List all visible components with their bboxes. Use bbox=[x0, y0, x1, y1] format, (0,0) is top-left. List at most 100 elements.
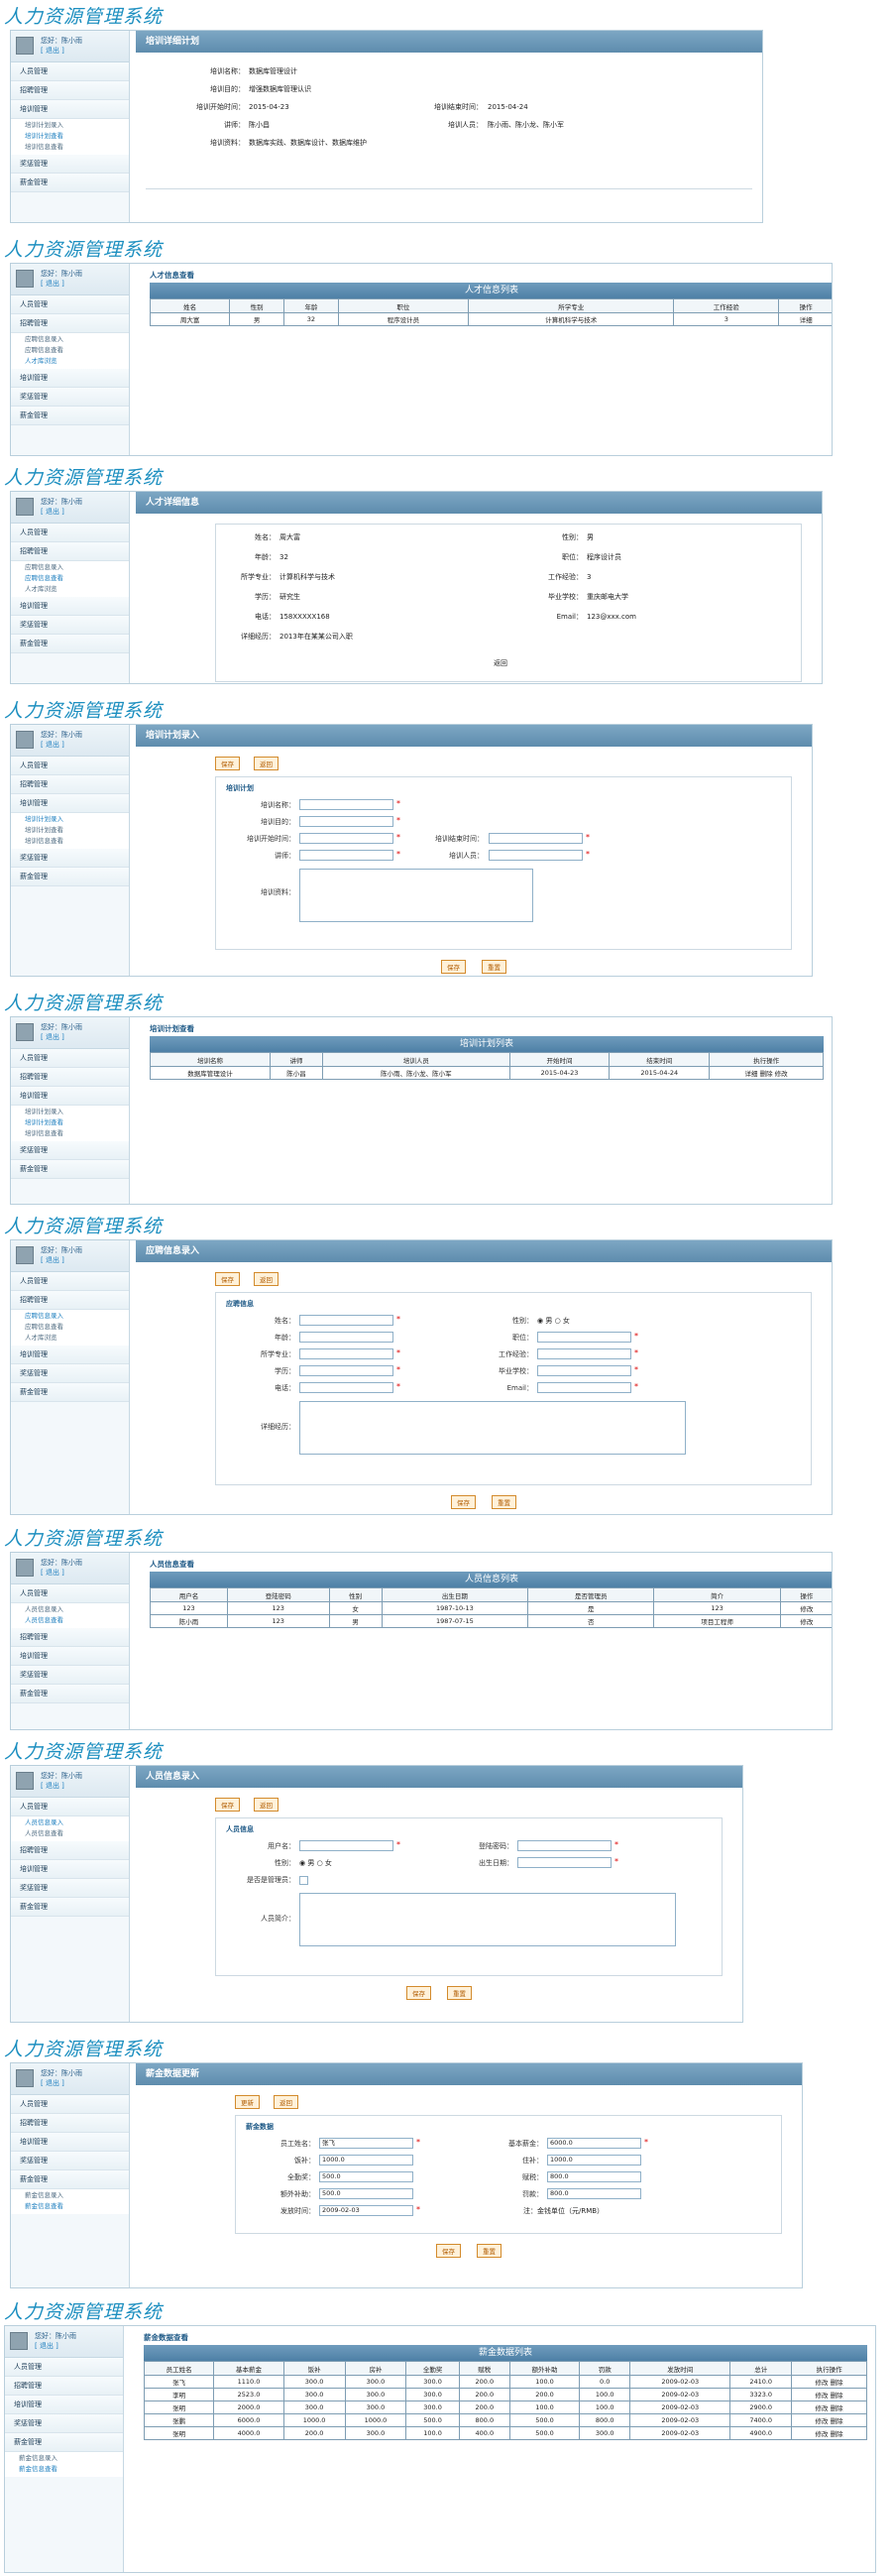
submenu-training-info[interactable]: 培训信息查看 bbox=[25, 836, 129, 847]
menu-reward[interactable]: 奖惩管理 bbox=[11, 388, 129, 407]
back-button[interactable]: 返回 bbox=[254, 757, 279, 770]
logout-link[interactable]: [ 退出 ] bbox=[41, 279, 82, 289]
menu-training[interactable]: 培训管理 bbox=[11, 369, 129, 388]
teacher-input[interactable] bbox=[299, 850, 393, 861]
menu-salary[interactable]: 薪金管理 bbox=[11, 1383, 129, 1402]
menu-recruit[interactable]: 招聘管理 bbox=[11, 1628, 129, 1647]
meal-allowance-input[interactable]: 1000.0 bbox=[319, 2155, 413, 2166]
menu-reward[interactable]: 奖惩管理 bbox=[5, 2414, 123, 2433]
start-date-input[interactable] bbox=[299, 833, 393, 844]
logout-link[interactable]: [ 退出 ] bbox=[41, 740, 82, 750]
submit-button[interactable]: 保存 bbox=[441, 960, 466, 974]
logout-link[interactable]: [ 退出 ] bbox=[41, 1568, 82, 1578]
material-textarea[interactable] bbox=[299, 869, 533, 922]
submenu-training-entry[interactable]: 培训计划录入 bbox=[25, 1107, 129, 1117]
action-links[interactable]: 修改 删除 bbox=[791, 2413, 867, 2427]
menu-salary[interactable]: 薪金管理 bbox=[11, 1685, 129, 1703]
menu-recruit[interactable]: 招聘管理 bbox=[11, 1291, 129, 1310]
menu-personnel[interactable]: 人员管理 bbox=[5, 2358, 123, 2377]
submenu-recruit-view[interactable]: 应聘信息查看 bbox=[25, 573, 129, 584]
menu-recruit[interactable]: 招聘管理 bbox=[11, 1841, 129, 1860]
menu-training[interactable]: 培训管理 bbox=[11, 2133, 129, 2152]
update-button[interactable]: 更新 bbox=[235, 2095, 260, 2109]
menu-salary[interactable]: 薪金管理 bbox=[11, 1160, 129, 1179]
resume-textarea[interactable] bbox=[299, 1401, 686, 1455]
reset-button[interactable]: 重置 bbox=[492, 1495, 516, 1509]
logout-link[interactable]: [ 退出 ] bbox=[35, 2341, 76, 2351]
submenu-talent-pool[interactable]: 人才库浏览 bbox=[25, 1333, 129, 1344]
menu-training[interactable]: 培训管理 bbox=[11, 100, 129, 119]
submenu-personnel-view[interactable]: 人员信息查看 bbox=[25, 1615, 129, 1626]
employee-name-input[interactable]: 张飞 bbox=[319, 2138, 413, 2149]
username-input[interactable] bbox=[299, 1840, 393, 1851]
menu-training[interactable]: 培训管理 bbox=[11, 1346, 129, 1364]
email-input[interactable] bbox=[537, 1382, 631, 1393]
menu-salary[interactable]: 薪金管理 bbox=[11, 407, 129, 425]
submenu-training-entry[interactable]: 培训计划录入 bbox=[25, 120, 129, 131]
submenu-training-info[interactable]: 培训信息查看 bbox=[25, 1128, 129, 1139]
menu-training[interactable]: 培训管理 bbox=[11, 1647, 129, 1666]
submenu-recruit-entry[interactable]: 应聘信息录入 bbox=[25, 1311, 129, 1322]
save-button[interactable]: 保存 bbox=[215, 757, 240, 770]
menu-personnel[interactable]: 人员管理 bbox=[11, 1798, 129, 1816]
action-links[interactable]: 修改 删除 bbox=[791, 2400, 867, 2414]
menu-personnel[interactable]: 人员管理 bbox=[11, 2095, 129, 2114]
menu-reward[interactable]: 奖惩管理 bbox=[11, 1879, 129, 1898]
menu-recruit[interactable]: 招聘管理 bbox=[11, 2114, 129, 2133]
training-name-input[interactable] bbox=[299, 799, 393, 810]
menu-personnel[interactable]: 人员管理 bbox=[11, 295, 129, 314]
save-button[interactable]: 保存 bbox=[215, 1798, 240, 1812]
reset-button[interactable]: 重置 bbox=[447, 1986, 472, 2000]
menu-training[interactable]: 培训管理 bbox=[11, 1087, 129, 1106]
submenu-recruit-entry[interactable]: 应聘信息录入 bbox=[25, 562, 129, 573]
menu-personnel[interactable]: 人员管理 bbox=[11, 757, 129, 775]
submenu-personnel-view[interactable]: 人员信息查看 bbox=[25, 1828, 129, 1839]
menu-salary[interactable]: 薪金管理 bbox=[11, 868, 129, 886]
school-input[interactable] bbox=[537, 1365, 631, 1376]
birthdate-input[interactable] bbox=[517, 1857, 612, 1868]
submit-button[interactable]: 保存 bbox=[451, 1495, 476, 1509]
logout-link[interactable]: [ 退出 ] bbox=[41, 1781, 82, 1791]
action-links[interactable]: 修改 删除 bbox=[791, 2375, 867, 2389]
menu-salary[interactable]: 薪金管理 bbox=[11, 174, 129, 192]
admin-checkbox[interactable] bbox=[299, 1876, 308, 1885]
menu-personnel[interactable]: 人员管理 bbox=[11, 62, 129, 81]
job-input[interactable] bbox=[537, 1332, 631, 1343]
action-links[interactable]: 修改 删除 bbox=[791, 2426, 867, 2440]
menu-personnel[interactable]: 人员管理 bbox=[11, 1584, 129, 1603]
attendance-bonus-input[interactable]: 500.0 bbox=[319, 2171, 413, 2182]
back-button[interactable]: 返回 bbox=[274, 2095, 298, 2109]
housing-allowance-input[interactable]: 1000.0 bbox=[547, 2155, 641, 2166]
logout-link[interactable]: [ 退出 ] bbox=[41, 507, 82, 517]
menu-reward[interactable]: 奖惩管理 bbox=[11, 1141, 129, 1160]
menu-recruit[interactable]: 招聘管理 bbox=[11, 314, 129, 333]
menu-recruit[interactable]: 招聘管理 bbox=[11, 81, 129, 100]
menu-training[interactable]: 培训管理 bbox=[11, 597, 129, 616]
menu-reward[interactable]: 奖惩管理 bbox=[11, 849, 129, 868]
base-salary-input[interactable]: 6000.0 bbox=[547, 2138, 641, 2149]
submenu-training-info[interactable]: 培训信息查看 bbox=[25, 142, 129, 153]
menu-training[interactable]: 培训管理 bbox=[11, 1860, 129, 1879]
submenu-talent-pool[interactable]: 人才库浏览 bbox=[25, 584, 129, 595]
menu-personnel[interactable]: 人员管理 bbox=[11, 1049, 129, 1068]
submenu-salary-entry[interactable]: 薪金信息录入 bbox=[19, 2453, 123, 2464]
name-input[interactable] bbox=[299, 1315, 393, 1326]
extra-subsidy-input[interactable]: 500.0 bbox=[319, 2188, 413, 2199]
submenu-training-view[interactable]: 培训计划查看 bbox=[25, 825, 129, 836]
phone-input[interactable] bbox=[299, 1382, 393, 1393]
submenu-recruit-view[interactable]: 应聘信息查看 bbox=[25, 345, 129, 356]
save-button[interactable]: 保存 bbox=[215, 1272, 240, 1286]
sex-radio-group[interactable]: ◉ 男 ○ 女 bbox=[299, 1858, 332, 1868]
major-input[interactable] bbox=[299, 1348, 393, 1359]
submenu-recruit-entry[interactable]: 应聘信息录入 bbox=[25, 334, 129, 345]
menu-recruit[interactable]: 招聘管理 bbox=[5, 2377, 123, 2396]
submenu-training-view[interactable]: 培训计划查看 bbox=[25, 131, 129, 142]
submenu-talent-pool[interactable]: 人才库浏览 bbox=[25, 356, 129, 367]
password-input[interactable] bbox=[517, 1840, 612, 1851]
pay-date-input[interactable]: 2009-02-03 bbox=[319, 2205, 413, 2216]
submenu-recruit-view[interactable]: 应聘信息查看 bbox=[25, 1322, 129, 1333]
back-link[interactable]: 返回 bbox=[494, 658, 507, 668]
menu-personnel[interactable]: 人员管理 bbox=[11, 1272, 129, 1291]
training-goal-input[interactable] bbox=[299, 816, 393, 827]
fine-input[interactable]: 800.0 bbox=[547, 2188, 641, 2199]
